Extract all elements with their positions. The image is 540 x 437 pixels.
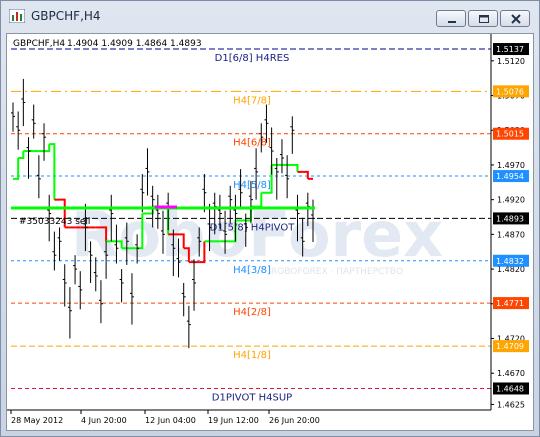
chart-symbol: GBPCHF,H4	[13, 39, 65, 49]
trail-segment	[49, 143, 56, 200]
price-tick-label: 1.4625	[497, 400, 525, 409]
price-tick-label: 1.5120	[497, 57, 525, 66]
time-tick-label: 12 Jun 04:00	[145, 416, 196, 425]
time-tick-label: 28 May 2012	[11, 416, 63, 425]
minimize-icon	[448, 21, 456, 23]
trail-segment	[44, 144, 51, 153]
price-badge-label: 1.5137	[496, 45, 524, 54]
price-badge-label: 1.4893	[496, 214, 524, 223]
trade-label: #35033243 sell	[19, 217, 90, 227]
restore-icon	[479, 15, 489, 23]
price-badge-label: 1.4648	[496, 384, 524, 393]
window-title: GBPCHF,H4	[31, 9, 101, 23]
trail-segment	[18, 151, 25, 160]
level-label: H4[7/8]	[233, 95, 271, 106]
title-bar[interactable]: GBPCHF,H4	[1, 1, 539, 31]
time-tick-label: 4 Jun 20:00	[81, 416, 127, 425]
level-label: H4[2/8]	[233, 307, 271, 318]
time-tick-label: 26 Jun 20:00	[269, 416, 320, 425]
level-label: H4[6/8]	[233, 138, 271, 149]
price-tick-label: 1.4970	[497, 161, 525, 170]
level-label: D1PIVOT H4SUP	[212, 392, 292, 403]
watermark-subtext: ROBOFOREX · ПАРТНЕРСТВО	[271, 267, 403, 277]
price-badge-label: 1.4954	[496, 172, 524, 181]
trail-segment	[302, 170, 309, 179]
price-badge-label: 1.5015	[496, 130, 524, 139]
minimize-button[interactable]	[436, 10, 466, 27]
chart-window: GBPCHF,H4 RoboForex ROBOFOREX · ПАРТНЕРСТ…	[0, 0, 540, 437]
price-tick-label: 1.4870	[497, 230, 525, 239]
price-badge-label: 1.4771	[496, 299, 524, 308]
level-label: H4[3/8]	[233, 265, 271, 276]
level-label: D1[5/8] H4PIVOT	[210, 222, 296, 233]
price-chart[interactable]: RoboForexROBOFOREX · ПАРТНЕРСТВО D1[6/8]…	[7, 34, 533, 430]
price-badge-label: 1.4832	[496, 257, 524, 266]
trail-segment	[292, 163, 299, 172]
price-badge-label: 1.4709	[496, 342, 524, 351]
level-label: H4[1/8]	[233, 350, 271, 361]
price-tick-label: 1.4670	[497, 369, 525, 378]
price-tick-label: 1.4920	[497, 196, 525, 205]
close-icon	[511, 14, 521, 24]
level-label: D1[6/8] H4RES	[215, 53, 290, 64]
chart-ohlc: 1.4904 1.4909 1.4864 1.4893	[67, 39, 202, 49]
chart-area[interactable]: RoboForex ROBOFOREX · ПАРТНЕРСТВО D1[6/8]…	[6, 33, 534, 431]
time-tick-label: 19 Jun 12:00	[208, 416, 259, 425]
chart-app-icon	[9, 9, 25, 23]
close-button[interactable]	[500, 10, 530, 27]
restore-button[interactable]	[468, 10, 498, 27]
price-badge-label: 1.5076	[496, 87, 524, 96]
